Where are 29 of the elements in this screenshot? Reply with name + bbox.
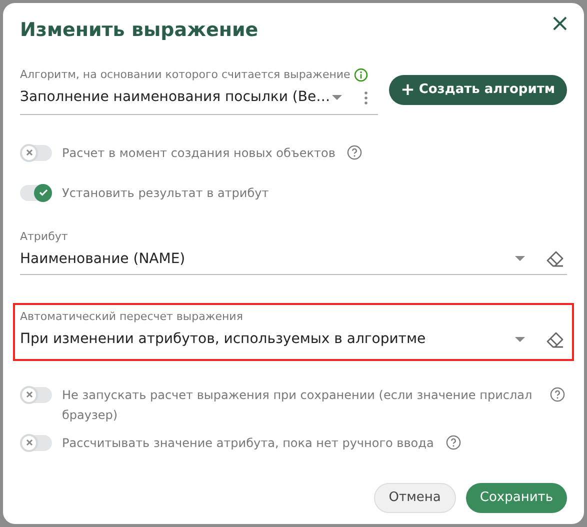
create-algorithm-button[interactable]: + Создать алгоритм — [388, 75, 567, 105]
toggle-switch[interactable] — [20, 184, 52, 200]
caret-icon — [515, 256, 525, 262]
save-button[interactable]: Сохранить — [466, 482, 567, 512]
dialog-title: Изменить выражение — [20, 18, 258, 43]
attribute-select[interactable]: Наименование (NAME) — [20, 244, 567, 274]
toggle-switch[interactable] — [20, 144, 52, 160]
caret-icon — [515, 336, 525, 342]
cancel-button[interactable]: Отмена — [374, 482, 456, 512]
toggle-switch[interactable] — [20, 434, 52, 450]
option-label: Установить результат в атрибут — [62, 184, 269, 202]
field-label: Атрибут — [20, 228, 69, 244]
more-icon[interactable] — [364, 90, 368, 104]
check-icon — [38, 189, 48, 196]
toggle-switch[interactable] — [20, 386, 52, 402]
cross-icon — [26, 149, 32, 156]
cross-icon — [26, 439, 32, 446]
option-label: Расчет в момент создания новых объектов — [62, 144, 336, 162]
caret-icon — [332, 94, 342, 100]
option-label: Не запускать расчет выражения при сохранении (если значение прислал браузер) — [62, 386, 534, 424]
field-label: Алгоритм, на основании которого считается выражение — [20, 67, 350, 83]
eraser-icon[interactable] — [545, 330, 565, 348]
attribute-select[interactable]: При изменении атрибутов, используемых в алгоритме — [20, 324, 567, 354]
field-label: Автоматический пересчет выражения — [20, 308, 244, 324]
eraser-icon[interactable] — [545, 250, 565, 268]
option-label: Рассчитывать значение атрибута, пока нет ручного ввода — [62, 434, 434, 452]
cross-icon — [26, 391, 32, 398]
close-button[interactable]: × — [550, 11, 570, 35]
algorithm-select[interactable]: Заполнение наименования посылки (Ве… — [20, 84, 378, 114]
